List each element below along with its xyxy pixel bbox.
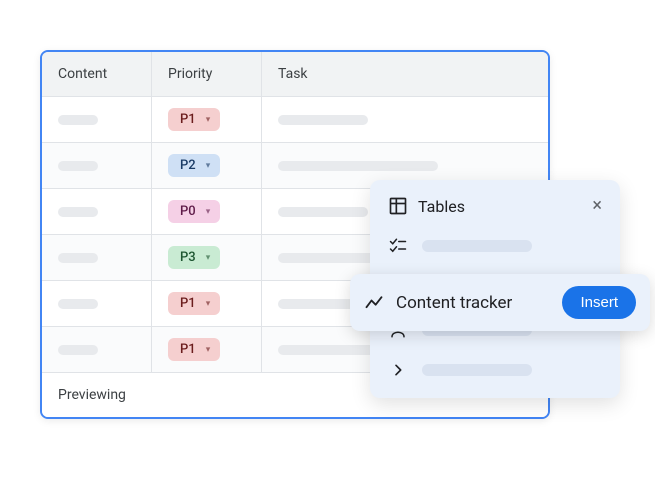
close-icon[interactable]: × — [592, 197, 602, 215]
chevron-down-icon: ▾ — [206, 161, 211, 171]
chevron-down-icon: ▾ — [206, 299, 211, 309]
panel-header: Tables × — [370, 196, 620, 226]
content-placeholder — [58, 299, 98, 309]
column-header-task[interactable]: Task — [262, 52, 548, 96]
priority-label: P2 — [180, 158, 196, 173]
table-header-row: Content Priority Task — [42, 52, 548, 97]
priority-chip[interactable]: P3 ▾ — [168, 246, 220, 269]
cell-priority[interactable]: P1 ▾ — [152, 327, 262, 372]
panel-item-label-placeholder — [422, 364, 532, 376]
cell-priority[interactable]: P2 ▾ — [152, 143, 262, 188]
panel-title: Tables — [388, 196, 465, 216]
table-row[interactable]: P1 ▾ — [42, 97, 548, 143]
cell-content[interactable] — [42, 235, 152, 280]
task-placeholder — [278, 161, 438, 171]
priority-chip[interactable]: P1 ▾ — [168, 338, 220, 361]
table-icon — [388, 196, 408, 216]
cell-task[interactable] — [262, 97, 548, 142]
panel-item-more[interactable] — [370, 350, 620, 390]
priority-chip[interactable]: P1 ▾ — [168, 292, 220, 315]
content-placeholder — [58, 161, 98, 171]
cell-priority[interactable]: P1 ▾ — [152, 281, 262, 326]
cell-content[interactable] — [42, 97, 152, 142]
cell-content[interactable] — [42, 143, 152, 188]
chevron-down-icon: ▾ — [206, 207, 211, 217]
content-placeholder — [58, 345, 98, 355]
chevron-down-icon: ▾ — [206, 345, 211, 355]
priority-label: P0 — [180, 204, 196, 219]
chevron-right-icon — [388, 360, 408, 380]
highlighted-item-label: Content tracker — [396, 293, 550, 313]
task-placeholder — [278, 207, 368, 217]
panel-title-text: Tables — [418, 197, 465, 216]
panel-item-label-placeholder — [422, 240, 532, 252]
chevron-down-icon: ▾ — [206, 115, 211, 125]
priority-label: P1 — [180, 342, 196, 357]
content-placeholder — [58, 207, 98, 217]
cell-priority[interactable]: P3 ▾ — [152, 235, 262, 280]
priority-chip[interactable]: P0 ▾ — [168, 200, 220, 223]
priority-label: P3 — [180, 250, 196, 265]
checklist-icon — [388, 236, 408, 256]
priority-chip[interactable]: P1 ▾ — [168, 108, 220, 131]
content-placeholder — [58, 115, 98, 125]
priority-label: P1 — [180, 112, 196, 127]
chevron-down-icon: ▾ — [206, 253, 211, 263]
panel-item-content-tracker[interactable]: Content tracker Insert — [350, 274, 650, 331]
cell-content[interactable] — [42, 327, 152, 372]
column-header-priority[interactable]: Priority — [152, 52, 262, 96]
cell-content[interactable] — [42, 189, 152, 234]
column-header-content[interactable]: Content — [42, 52, 152, 96]
priority-label: P1 — [180, 296, 196, 311]
cell-content[interactable] — [42, 281, 152, 326]
content-placeholder — [58, 253, 98, 263]
cell-priority[interactable]: P0 ▾ — [152, 189, 262, 234]
cell-priority[interactable]: P1 ▾ — [152, 97, 262, 142]
priority-chip[interactable]: P2 ▾ — [168, 154, 220, 177]
task-placeholder — [278, 115, 368, 125]
insert-button[interactable]: Insert — [562, 286, 636, 319]
panel-item-checklist[interactable] — [370, 226, 620, 266]
trend-icon — [364, 293, 384, 313]
